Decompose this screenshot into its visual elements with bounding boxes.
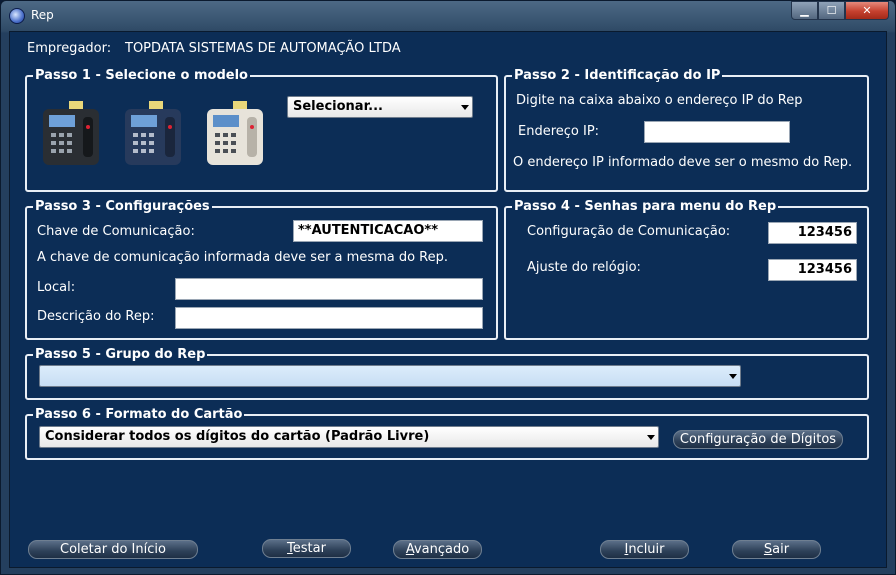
model-select[interactable]: Selecionar... [287,96,473,118]
chevron-down-icon [729,374,737,379]
passo2-instruction: Digite na caixa abaixo o endereço IP do … [516,93,803,108]
grupo-select[interactable] [39,365,741,387]
ajuste-label: Ajuste do relógio: [527,260,641,275]
app-icon [9,8,25,24]
passo5-legend: Passo 5 - Grupo do Rep [33,347,208,363]
formato-cartao-value: Considerar todos os dígitos do cartão (P… [45,429,430,444]
ip-input[interactable] [644,121,790,143]
ajuste-password-input[interactable]: 123456 [768,259,857,281]
configuracao-digitos-button[interactable]: Configuração de Dígitos [673,430,843,449]
avancado-accesskey: A [405,542,414,557]
local-input[interactable] [175,278,483,300]
passo6-group: Passo 6 - Formato do Cartão Considerar t… [25,407,869,460]
empregador-value: TOPDATA SISTEMAS DE AUTOMAÇÃO LTDA [125,41,401,56]
dark-device-icon[interactable] [39,97,103,169]
minimize-button[interactable]: ▁ [791,1,818,20]
passo2-legend: Passo 2 - Identificação do IP [512,68,723,84]
passo3-group: Passo 3 - Configurações Chave de Comunic… [25,199,498,340]
model-select-value: Selecionar... [293,99,383,114]
passo4-legend: Passo 4 - Senhas para menu do Rep [512,199,779,215]
white-device-icon[interactable] [203,97,267,169]
config-password-input[interactable]: 123456 [768,222,857,244]
ip-label: Endereço IP: [518,124,600,139]
main-window: Rep ▁ ☐ ✕ Empregador: TOPDATA SISTEMAS D… [0,0,896,575]
window-title: Rep [31,8,54,22]
sair-rest: air [772,542,790,557]
window-controls: ▁ ☐ ✕ [791,1,889,21]
passo1-legend: Passo 1 - Selecione o modelo [33,68,250,84]
passo3-legend: Passo 3 - Configurações [33,199,212,215]
chevron-down-icon [461,105,469,110]
title-bar[interactable]: Rep ▁ ☐ ✕ [1,1,895,31]
formato-cartao-select[interactable]: Considerar todos os dígitos do cartão (P… [39,426,659,448]
coletar-inicio-button[interactable]: Coletar do Início [28,540,198,559]
config-label: Configuração de Comunicação: [527,224,731,239]
descricao-label: Descrição do Rep: [37,309,155,324]
avancado-button[interactable]: Avançado [393,540,482,559]
passo2-group: Passo 2 - Identificação do IP Digite na … [504,68,869,192]
passo1-group: Passo 1 - Selecione o modelo Selecionar.… [25,68,498,192]
local-label: Local: [37,280,76,295]
passo6-legend: Passo 6 - Formato do Cartão [33,407,245,423]
maximize-button[interactable]: ☐ [818,1,845,20]
avancado-rest: vançado [413,542,470,557]
passo4-group: Passo 4 - Senhas para menu do Rep Config… [504,199,869,340]
incluir-rest: ncluir [628,542,665,557]
descricao-input[interactable] [175,307,483,329]
testar-button[interactable]: Testar [262,539,351,558]
chave-input[interactable]: **AUTENTICACAO** [293,220,483,242]
passo3-note: A chave de comunicação informada deve se… [37,250,449,265]
empregador-label: Empregador: [27,41,112,56]
blue-device-icon[interactable] [121,97,185,169]
incluir-button[interactable]: Incluir [600,540,689,559]
testar-rest: estar [292,541,326,556]
client-area: Empregador: TOPDATA SISTEMAS DE AUTOMAÇÃ… [9,31,887,568]
sair-button[interactable]: Sair [732,540,821,559]
sair-accesskey: S [763,542,773,557]
passo5-group: Passo 5 - Grupo do Rep [25,347,869,400]
close-button[interactable]: ✕ [845,1,889,20]
passo2-note: O endereço IP informado deve ser o mesmo… [513,155,853,170]
chave-label: Chave de Comunicação: [37,224,195,239]
chevron-down-icon [647,435,655,440]
